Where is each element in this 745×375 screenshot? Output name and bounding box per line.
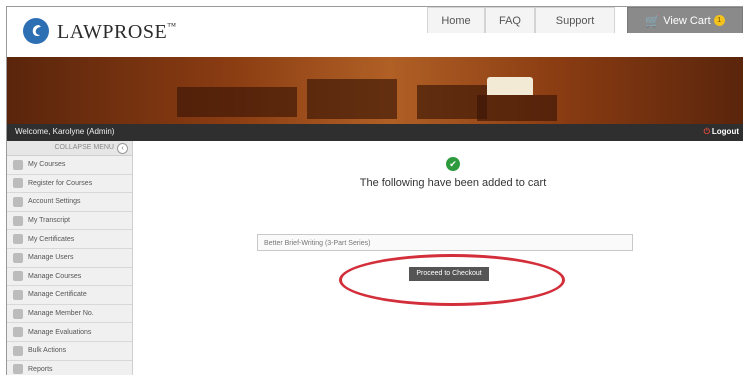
sidebar-item-label: My Certificates (28, 235, 75, 243)
collapse-menu-label: COLLAPSE MENU (54, 144, 114, 151)
welcome-text: Welcome, Karolyne (Admin) (15, 127, 115, 136)
browser-frame: LAWPROSE™ Home FAQ Support 🛒 View Cart 1… (6, 6, 743, 375)
sidebar-item-label: Account Settings (28, 198, 81, 206)
lawprose-logo-icon[interactable] (23, 18, 49, 44)
sidebar-item-reports[interactable]: Reports (7, 361, 132, 375)
sidebar-item-label: Manage Certificate (28, 291, 87, 299)
sidebar-item-certificates[interactable]: My Certificates (7, 230, 132, 249)
evaluations-icon (13, 327, 23, 338)
sidebar: COLLAPSE MENU ‹ My Courses Register for … (7, 141, 133, 375)
sidebar-item-label: Manage Users (28, 254, 74, 262)
nav-support[interactable]: Support (535, 7, 615, 33)
sidebar-item-manage-evaluations[interactable]: Manage Evaluations (7, 323, 132, 342)
register-icon (13, 178, 23, 189)
transcript-icon (13, 215, 23, 226)
power-icon: ⏻ (703, 127, 710, 136)
sidebar-item-account-settings[interactable]: Account Settings (7, 193, 132, 212)
nav-home[interactable]: Home (427, 7, 485, 33)
sidebar-item-manage-member-no[interactable]: Manage Member No. (7, 305, 132, 324)
cart-item-row: Better Brief-Writing (3-Part Series) (257, 234, 633, 251)
main-content: ✔ The following have been added to cart … (133, 141, 743, 375)
sidebar-item-label: My Transcript (28, 217, 71, 225)
sidebar-item-label: Bulk Actions (28, 347, 67, 355)
brand-name[interactable]: LAWPROSE™ (57, 21, 177, 44)
top-bar: LAWPROSE™ Home FAQ Support 🛒 View Cart 1 (7, 7, 743, 57)
sidebar-item-manage-users[interactable]: Manage Users (7, 249, 132, 268)
bulk-actions-icon (13, 345, 23, 356)
sidebar-item-label: Reports (28, 365, 53, 373)
users-icon (13, 252, 23, 263)
welcome-bar: Welcome, Karolyne (Admin) ⏻ Logout (7, 124, 743, 141)
library-banner-image (7, 57, 743, 124)
nav-faq[interactable]: FAQ (485, 7, 535, 33)
sidebar-item-label: Manage Courses (28, 272, 82, 280)
manage-certificate-icon (13, 289, 23, 300)
logout-link[interactable]: ⏻ Logout (704, 127, 739, 137)
proceed-to-checkout-button[interactable]: Proceed to Checkout (409, 267, 489, 281)
nav-view-cart[interactable]: 🛒 View Cart 1 (627, 7, 743, 33)
manage-courses-icon (13, 271, 23, 282)
sidebar-item-my-courses[interactable]: My Courses (7, 156, 132, 175)
member-number-icon (13, 308, 23, 319)
courses-icon (13, 159, 23, 170)
certificate-icon (13, 234, 23, 245)
collapse-arrow-icon[interactable]: ‹ (117, 143, 128, 154)
sidebar-item-label: Register for Courses (28, 179, 93, 187)
sidebar-item-manage-certificate[interactable]: Manage Certificate (7, 286, 132, 305)
success-check-icon: ✔ (446, 157, 460, 171)
cart-count-badge: 1 (713, 15, 725, 26)
sidebar-item-bulk-actions[interactable]: Bulk Actions (7, 342, 132, 361)
sidebar-item-register[interactable]: Register for Courses (7, 175, 132, 194)
nav-cart-label: View Cart (663, 14, 711, 27)
gear-icon (13, 196, 23, 207)
sidebar-item-transcript[interactable]: My Transcript (7, 212, 132, 231)
cart-added-heading: The following have been added to cart (359, 177, 547, 189)
reports-icon (13, 364, 23, 375)
logout-label: Logout (711, 127, 739, 136)
sidebar-item-label: Manage Member No. (28, 310, 94, 318)
sidebar-item-label: Manage Evaluations (28, 328, 92, 336)
cart-icon: 🛒 (645, 13, 661, 28)
sidebar-item-label: My Courses (28, 161, 66, 169)
sidebar-item-manage-courses[interactable]: Manage Courses (7, 268, 132, 287)
collapse-menu-toggle[interactable]: COLLAPSE MENU ‹ (7, 141, 132, 156)
